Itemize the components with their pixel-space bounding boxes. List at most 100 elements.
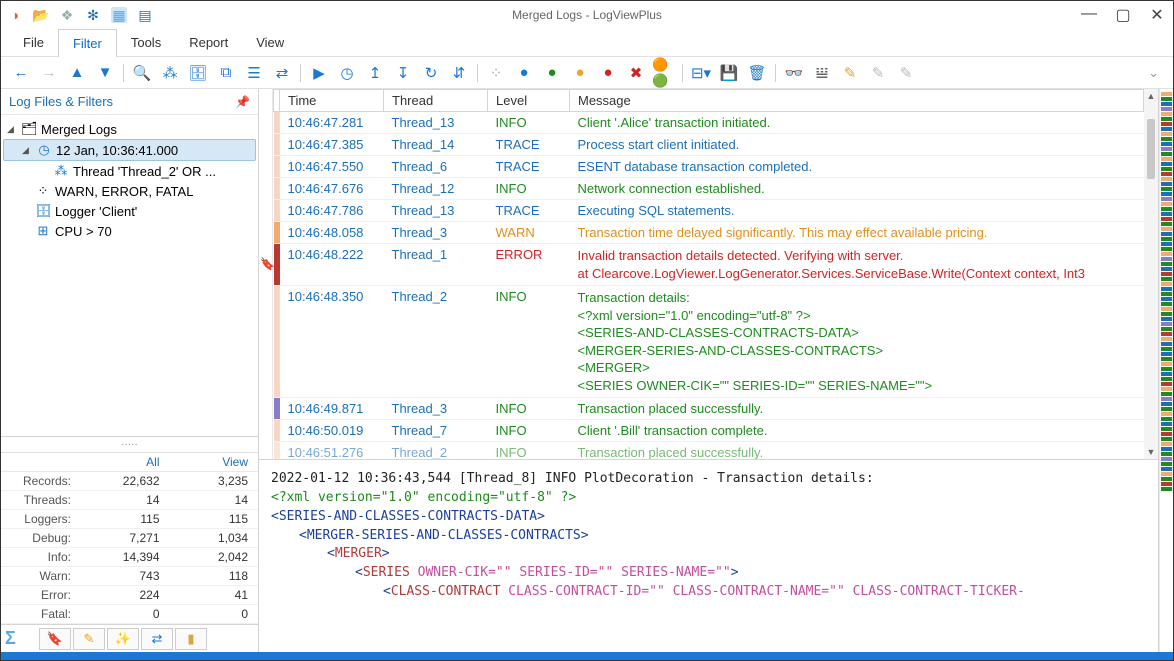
menu-file[interactable]: File: [9, 29, 58, 56]
log-row[interactable]: 10:46:47.550 Thread_6 TRACE ESENT databa…: [274, 156, 1144, 178]
bookmark-btn[interactable]: 🔖: [39, 628, 71, 650]
level-multi-icon[interactable]: 🟠🟢: [652, 61, 676, 85]
log-row[interactable]: 10:46:48.222 Thread_1 ERROR Invalid tran…: [274, 244, 1144, 286]
save-icon[interactable]: 💾: [717, 61, 741, 85]
level-error-icon[interactable]: ●: [596, 61, 620, 85]
collapse-down-icon[interactable]: ▼: [93, 61, 117, 85]
sigma-icon[interactable]: Σ: [5, 628, 33, 649]
log-row[interactable]: 10:46:47.676 Thread_12 INFO Network conn…: [274, 178, 1144, 200]
maximize-button[interactable]: ▢: [1113, 5, 1133, 25]
row-gutter: 🔖: [259, 89, 273, 459]
log-row[interactable]: 10:46:49.871 Thread_3 INFO Transaction p…: [274, 398, 1144, 420]
merge-icon: 🗂: [21, 121, 37, 137]
menu-view[interactable]: View: [242, 29, 298, 56]
col-thread[interactable]: Thread: [384, 90, 488, 112]
filter-tree: ◢🗂 Merged Logs ◢◷ 12 Jan, 10:36:41.000 ⁂…: [1, 115, 258, 436]
level-all-icon[interactable]: ⁘: [484, 61, 508, 85]
log-row[interactable]: 10:46:51.276 Thread_2 INFO Transaction p…: [274, 442, 1144, 459]
select-icon[interactable]: ⊟▾: [689, 61, 713, 85]
splitter-grip[interactable]: ·····: [1, 436, 258, 452]
goggles-icon[interactable]: 👓: [782, 61, 806, 85]
columns-icon[interactable]: ▦: [111, 7, 127, 23]
tune-icon[interactable]: 𝍎: [810, 61, 834, 85]
stats-row: Debug:7,2711,034: [1, 529, 258, 548]
minimize-button[interactable]: —: [1079, 5, 1099, 25]
log-row[interactable]: 10:46:48.058 Thread_3 WARN Transaction t…: [274, 222, 1144, 244]
copy-icon[interactable]: ⧉: [214, 61, 238, 85]
stats-row: Records:22,6323,235: [1, 472, 258, 491]
note-btn[interactable]: ▮: [175, 628, 207, 650]
logger-icon: 🗄: [35, 203, 51, 219]
edit-btn[interactable]: ✎: [73, 628, 105, 650]
tree-logger[interactable]: 🗄 Logger 'Client': [3, 201, 256, 221]
menubar: File Filter Tools Report View: [1, 29, 1173, 57]
vertical-scrollbar[interactable]: ▲▼: [1144, 89, 1158, 459]
stats-col-all[interactable]: All: [81, 453, 170, 471]
toolbar-overflow-icon[interactable]: ⌄: [1142, 65, 1165, 81]
statusbar: [1, 652, 1173, 660]
stats-row: Error:22441: [1, 586, 258, 605]
db-icon[interactable]: 🗄: [186, 61, 210, 85]
clock-icon[interactable]: ◷: [335, 61, 359, 85]
clock-icon: ◷: [36, 142, 52, 158]
menu-tools[interactable]: Tools: [117, 29, 175, 56]
app-icon: ◑: [7, 7, 23, 23]
close-button[interactable]: ✕: [1147, 5, 1167, 25]
level-fatal-icon[interactable]: ✖: [624, 61, 648, 85]
tree-thread[interactable]: ⁂ Thread 'Thread_2' OR ...: [3, 161, 256, 181]
menu-report[interactable]: Report: [175, 29, 242, 56]
list-icon[interactable]: ▤: [137, 7, 153, 23]
collapse-up-icon[interactable]: ▲: [65, 61, 89, 85]
play-icon[interactable]: ▶: [307, 61, 331, 85]
log-row[interactable]: 10:46:48.350 Thread_2 INFO Transaction d…: [274, 286, 1144, 398]
tree-date[interactable]: ◢◷ 12 Jan, 10:36:41.000: [3, 139, 256, 161]
quick-launch: ◑ 📂 ❖ ✻ ▦ ▤: [7, 7, 153, 23]
sync-btn[interactable]: ⇄: [141, 628, 173, 650]
regex-icon[interactable]: ⁂: [158, 61, 182, 85]
stats-row: Fatal:00: [1, 605, 258, 624]
log-row[interactable]: 10:46:47.385 Thread_14 TRACE Process sta…: [274, 134, 1144, 156]
stats-row: Info:14,3942,042: [1, 548, 258, 567]
tree-cpu[interactable]: ⊞ CPU > 70: [3, 221, 256, 241]
sort-icon[interactable]: ⇵: [447, 61, 471, 85]
time-down-icon[interactable]: ↧: [391, 61, 415, 85]
levels-icon: ⁘: [35, 183, 51, 199]
stats-col-view[interactable]: View: [170, 453, 259, 471]
tree-root[interactable]: ◢🗂 Merged Logs: [3, 119, 256, 139]
nav-forward-icon[interactable]: →: [37, 61, 61, 85]
col-message[interactable]: Message: [570, 90, 1144, 112]
col-time[interactable]: Time: [280, 90, 384, 112]
log-grid[interactable]: Time Thread Level Message 10:46:47.281 T…: [273, 89, 1144, 459]
time-up-icon[interactable]: ↥: [363, 61, 387, 85]
delete-icon[interactable]: 🗑: [745, 61, 769, 85]
layers-icon[interactable]: ❖: [59, 7, 75, 23]
tree-wef[interactable]: ⁘ WARN, ERROR, FATAL: [3, 181, 256, 201]
minimap[interactable]: [1159, 89, 1173, 652]
level-warn-icon[interactable]: ●: [568, 61, 592, 85]
stats-table: All View Records:22,6323,235Threads:1414…: [1, 452, 258, 624]
log-row[interactable]: 10:46:47.786 Thread_13 TRACE Executing S…: [274, 200, 1144, 222]
open-icon[interactable]: 📂: [33, 7, 49, 23]
edit-icon[interactable]: ✎: [838, 61, 862, 85]
list1-icon[interactable]: ☰: [242, 61, 266, 85]
nav-back-icon[interactable]: ←: [9, 61, 33, 85]
log-row[interactable]: 10:46:50.019 Thread_7 INFO Client '.Bill…: [274, 420, 1144, 442]
highlight1-icon[interactable]: ✎: [866, 61, 890, 85]
settings-icon[interactable]: ✻: [85, 7, 101, 23]
col-level[interactable]: Level: [488, 90, 570, 112]
refresh-icon[interactable]: ↻: [419, 61, 443, 85]
level-debug-icon[interactable]: ●: [512, 61, 536, 85]
highlight2-icon[interactable]: ✎: [894, 61, 918, 85]
log-row[interactable]: 10:46:47.281 Thread_13 INFO Client '.Ali…: [274, 112, 1144, 134]
cpu-icon: ⊞: [35, 223, 51, 239]
level-info-icon[interactable]: ●: [540, 61, 564, 85]
pin-icon[interactable]: 📌: [235, 95, 250, 109]
list2-icon[interactable]: ⇄: [270, 61, 294, 85]
menu-filter[interactable]: Filter: [58, 29, 117, 57]
thread-icon: ⁂: [53, 163, 69, 179]
search-icon[interactable]: 🔍: [130, 61, 154, 85]
stats-row: Warn:743118: [1, 567, 258, 586]
wand-btn[interactable]: ✨: [107, 628, 139, 650]
bookmark-icon[interactable]: 🔖: [260, 257, 272, 271]
sidebar-buttons: Σ 🔖 ✎ ✨ ⇄ ▮: [1, 624, 258, 652]
